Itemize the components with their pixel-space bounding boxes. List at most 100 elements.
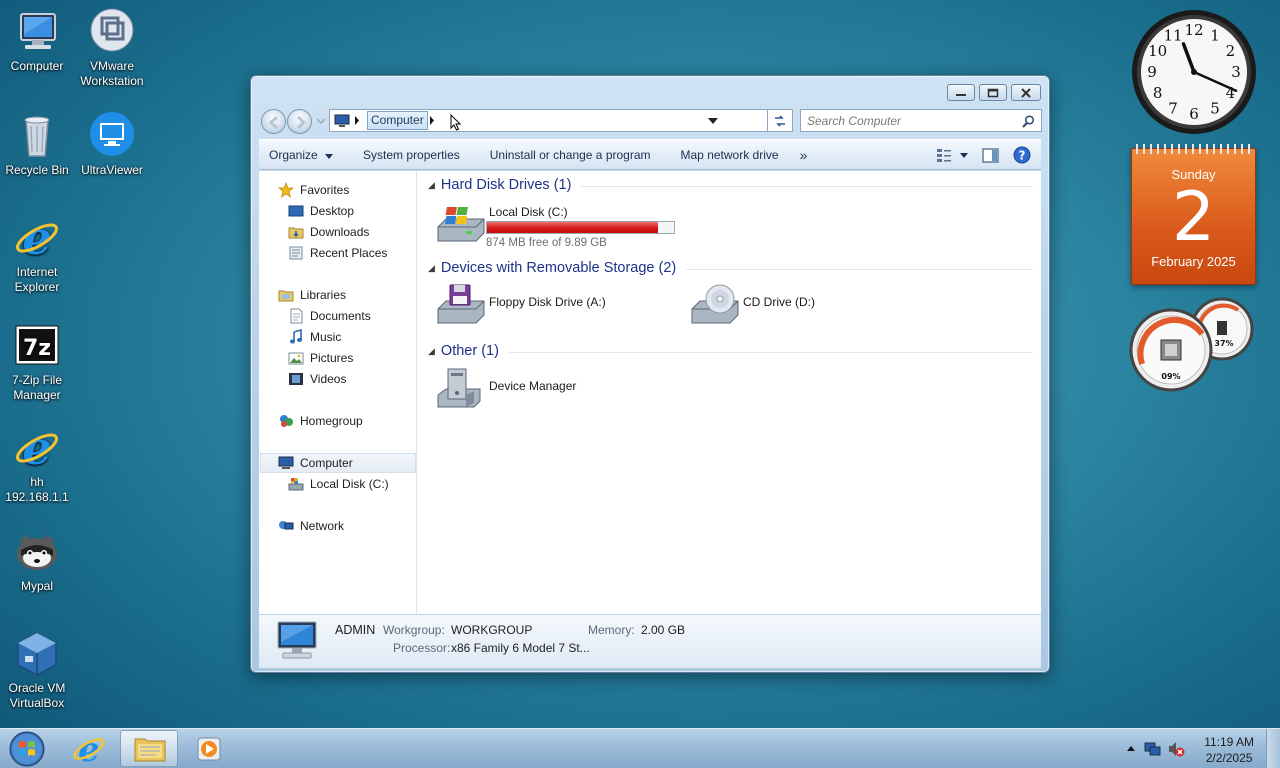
refresh-button[interactable] [767,109,793,132]
nav-documents[interactable]: Documents [288,306,371,326]
chevron-down-icon [960,152,968,158]
disk-usage-bar [486,221,675,234]
group-header-other[interactable]: ◢ Other (1) [428,341,1033,361]
desktop-icon-recycle-bin[interactable]: Recycle Bin [0,112,74,178]
drive-name: Floppy Disk Drive (A:) [489,295,606,309]
address-dropdown-icon[interactable] [708,118,718,124]
window-controls [947,84,1041,101]
desktop-icon-mypal[interactable]: Mypal [0,528,74,594]
group-divider [508,351,1033,353]
desktop-icon-7zip[interactable]: 7z 7-Zip File Manager [0,322,74,403]
help-icon[interactable]: ? [1013,146,1031,164]
desktop-icon-label: Computer [10,59,64,73]
uninstall-program-button[interactable]: Uninstall or change a program [475,148,666,162]
forward-button[interactable] [287,109,312,134]
back-arrow-icon [268,115,279,130]
svg-text:e: e [78,730,100,767]
view-options-icon [937,149,951,162]
desktop-icon-internet-explorer[interactable]: e Internet Explorer [0,211,74,295]
desktop-icon-vmware[interactable]: VMware Workstation [75,8,149,89]
clock-gadget[interactable]: 1 2 3 4 5 6 7 8 9 10 11 12 [1130,8,1258,136]
forward-arrow-icon [296,115,307,130]
svg-text:7z: 7z [23,336,51,361]
system-properties-button[interactable]: System properties [348,148,475,162]
nav-label: Music [310,330,342,344]
nav-label: Network [300,519,345,533]
close-button[interactable] [1011,84,1041,101]
search-icon[interactable] [1022,115,1035,128]
nav-network[interactable]: Network [278,516,344,536]
back-button[interactable] [261,109,286,134]
nav-videos[interactable]: Videos [288,369,346,389]
nav-favorites[interactable]: Favorites [278,180,349,200]
refresh-icon [775,114,785,127]
more-commands-button[interactable]: » [794,147,823,163]
organize-menu[interactable]: Organize [259,148,348,162]
nav-libraries[interactable]: Libraries [278,285,346,305]
breadcrumb-chevron-icon[interactable] [354,116,360,125]
computer-icon [278,456,294,469]
recent-places-icon [289,246,303,260]
nav-pictures[interactable]: Pictures [288,348,353,368]
desktop-icon-hh[interactable]: e hh 192.168.1.1 [0,421,74,505]
address-bar[interactable]: Computer [329,109,793,132]
search-input[interactable] [807,110,1017,131]
nav-music[interactable]: Music [288,327,341,347]
drive-floppy-a[interactable]: Floppy Disk Drive (A:) [436,283,606,325]
nav-local-disk[interactable]: Local Disk (C:) [288,474,389,494]
drive-local-disk-c[interactable]: Local Disk (C:) 874 MB free of 9.89 GB [436,201,675,249]
floppy-drive-icon [437,284,485,324]
desktop-icon-label: UltraViewer [81,163,143,177]
group-header-hard-disk-drives[interactable]: ◢ Hard Disk Drives (1) [428,175,1033,195]
documents-icon [290,308,303,324]
nav-label: Videos [310,372,347,386]
desktop-icon-computer[interactable]: Computer [0,8,74,74]
group-header-removable-storage[interactable]: ◢ Devices with Removable Storage (2) [428,258,1033,278]
recent-pages-dropdown-icon[interactable] [316,117,326,125]
volume-muted-icon[interactable] [1167,740,1185,758]
search-box[interactable] [800,109,1042,132]
downloads-folder-icon [288,227,304,239]
folder-icon [134,738,166,762]
start-button[interactable] [5,730,49,768]
minimize-icon [956,93,966,96]
music-icon [290,329,302,344]
device-manager-icon [437,368,481,408]
taskbar-media-player[interactable] [180,730,236,767]
network-status-icon[interactable] [1144,740,1162,758]
minimize-button[interactable] [947,84,975,101]
pictures-icon [288,352,304,365]
workgroup-value: WORKGROUP [451,623,533,637]
desktop-icon-virtualbox[interactable]: Oracle VM VirtualBox [0,630,74,711]
taskbar-date: 2/2/2025 [1205,751,1253,765]
nav-downloads[interactable]: Downloads [288,222,369,242]
taskbar: e 11:19 AM 2/2/2025 [0,728,1280,768]
taskbar-internet-explorer[interactable]: e [60,730,118,768]
nav-computer[interactable]: Computer [260,453,416,473]
show-desktop-button[interactable] [1266,729,1280,768]
calendar-gadget[interactable]: Sunday 2 February 2025 [1131,144,1256,285]
preview-pane-icon[interactable] [982,147,999,163]
taskbar-windows-explorer[interactable] [120,730,178,767]
ultraviewer-icon [88,112,136,160]
change-view-button[interactable] [936,148,968,162]
maximize-button[interactable] [979,84,1007,101]
desktop-icon-label: Recycle Bin [5,163,69,177]
nav-recent-places[interactable]: Recent Places [288,243,387,263]
item-device-manager[interactable]: Device Manager [436,367,576,409]
disk-usage-fill [487,222,658,233]
nav-homegroup[interactable]: Homegroup [278,411,363,431]
breadcrumb-chevron-icon[interactable] [429,116,435,125]
nav-label: Computer [300,456,353,470]
show-hidden-icons-icon[interactable] [1127,745,1135,751]
breadcrumb-computer[interactable]: Computer [367,111,428,130]
drive-cd-d[interactable]: CD Drive (D:) [690,283,815,325]
collapse-triangle-icon: ◢ [428,345,435,356]
nav-desktop[interactable]: Desktop [288,201,354,221]
map-network-drive-button[interactable]: Map network drive [666,148,794,162]
cpu-meter-gadget[interactable]: 37% 09% [1128,296,1258,392]
drive-name: Local Disk (C:) [489,205,568,219]
nav-label: Local Disk (C:) [310,477,389,491]
desktop-icon-ultraviewer[interactable]: UltraViewer [75,112,149,178]
taskbar-clock[interactable]: 11:19 AM 2/2/2025 [1204,734,1254,766]
